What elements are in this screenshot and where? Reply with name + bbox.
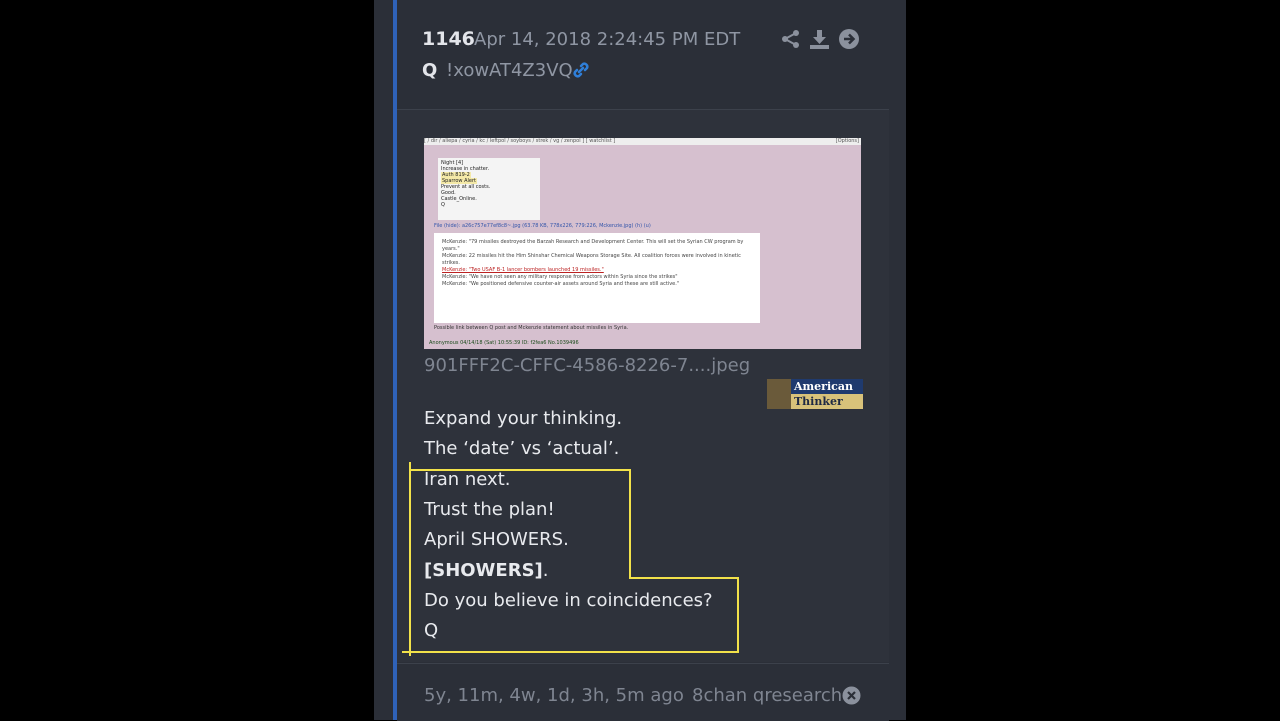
message-line: Trust the plan! <box>424 499 555 520</box>
share-icon[interactable] <box>781 29 801 49</box>
thumb-bullet: McKenzie: "Two USAF B-1 lancer bombers l… <box>442 267 604 273</box>
post-author: Q <box>422 60 438 81</box>
attached-image[interactable]: [ / dir / aliepa / cyria / kc / leftpol … <box>424 138 861 349</box>
american-thinker-logo: American Thinker <box>767 379 863 409</box>
logo-figure <box>767 379 791 409</box>
thumb-caption: Possible link between Q post and Mckenzi… <box>434 325 629 331</box>
logo-bottom-text: Thinker <box>791 394 863 409</box>
message-line: Do you believe in coincidences? <box>424 590 713 611</box>
thumb-toolbar: [ / dir / aliepa / cyria / kc / leftpol … <box>424 138 861 145</box>
thumb-bullet: McKenzie: "We have not seen any military… <box>442 274 678 280</box>
thumb-options: [Options] <box>835 138 859 144</box>
close-circle-icon[interactable] <box>842 686 861 705</box>
message-line: April SHOWERS. <box>424 529 569 550</box>
link-icon[interactable] <box>570 59 592 81</box>
post-age: 5y, 11m, 4w, 1d, 3h, 5m ago <box>424 685 684 706</box>
download-icon[interactable] <box>809 29 830 50</box>
thumb-bullet: McKenzie: 22 missiles hit the Him Shinsh… <box>442 253 741 266</box>
post-date: Apr 14, 2018 2:24:45 PM EDT <box>474 29 741 50</box>
thumb-file-line: File (hide): a26c757e77ef8c8~.jpg (63.78… <box>434 223 651 229</box>
post-header <box>397 0 889 110</box>
message-line: Iran next. <box>424 469 511 490</box>
thumb-anon: Anonymous 04/14/18 (Sat) 10:55:39 ID: f2… <box>429 340 579 346</box>
post-source[interactable]: 8chan qresearch <box>692 685 842 706</box>
image-filename[interactable]: 901FFF2C-CFFC-4586-8226-7....jpeg <box>424 355 750 376</box>
message-line-showers: [SHOWERS]. <box>424 560 549 581</box>
thumb-bullets-card: McKenzie: "79 missiles destroyed the Bar… <box>434 233 760 323</box>
thumb-card-line: Q <box>441 202 445 208</box>
thumb-bullet: McKenzie: "We positioned defensive count… <box>442 281 680 287</box>
thumb-bullet: McKenzie: "79 missiles destroyed the Bar… <box>442 239 744 252</box>
showers-bold: [SHOWERS] <box>424 560 543 581</box>
showers-period: . <box>542 560 549 581</box>
message-line: Q <box>424 620 439 641</box>
logo-top-text: American <box>791 379 863 394</box>
post-number[interactable]: 1146 <box>422 28 475 50</box>
message-line: Expand your thinking. <box>424 408 623 429</box>
thumb-q-card: Night [4] Increase in chatter. Auth 819-… <box>438 158 540 220</box>
message-line: The ‘date’ vs ‘actual’. <box>424 438 620 459</box>
post-tripcode: !xowAT4Z3VQ <box>446 60 573 81</box>
arrow-right-circle-icon[interactable] <box>838 28 860 50</box>
